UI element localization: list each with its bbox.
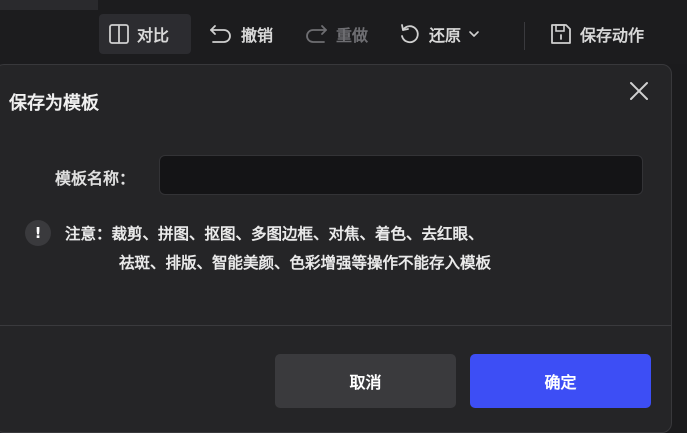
compare-icon — [109, 24, 129, 44]
cancel-button[interactable]: 取消 — [275, 354, 456, 408]
undo-icon — [210, 25, 231, 43]
dialog-divider — [0, 325, 671, 326]
note-text-line2: 祛斑、排版、智能美颜、色彩增强等操作不能存入模板 — [119, 254, 492, 272]
top-toolbar: 对比 撤销 重做 还原 保存动作 — [0, 0, 687, 64]
toolbar-divider — [524, 22, 525, 50]
note-text-line1: 注意：裁剪、拼图、抠图、多图边框、对焦、着色、去红眼、 — [65, 225, 484, 243]
restore-label: 还原 — [429, 26, 462, 45]
restore-dropdown[interactable]: 还原 — [398, 14, 480, 54]
dialog-title: 保存为模板 — [9, 93, 99, 114]
confirm-button[interactable]: 确定 — [470, 354, 651, 408]
save-action-button[interactable]: 保存动作 — [549, 14, 644, 54]
redo-icon — [306, 25, 327, 43]
chevron-down-icon — [469, 31, 479, 37]
warning-icon: ! — [25, 220, 51, 246]
redo-label: 重做 — [336, 26, 369, 45]
save-template-dialog: 保存为模板 模板名称： ! 注意：裁剪、拼图、抠图、多图边框、对焦、着色、去红眼… — [0, 64, 672, 433]
save-action-label: 保存动作 — [580, 26, 645, 45]
close-button[interactable] — [627, 79, 651, 103]
save-icon — [551, 24, 571, 44]
template-name-input[interactable] — [159, 155, 643, 195]
restore-icon — [401, 24, 419, 44]
redo-button[interactable]: 重做 — [303, 14, 368, 54]
undo-button[interactable]: 撤销 — [208, 14, 273, 54]
template-name-label: 模板名称： — [55, 169, 136, 188]
close-icon — [630, 82, 648, 100]
compare-label: 对比 — [137, 26, 170, 45]
undo-label: 撤销 — [241, 26, 274, 45]
compare-button[interactable]: 对比 — [99, 14, 191, 54]
toolbar-edge — [0, 0, 98, 10]
